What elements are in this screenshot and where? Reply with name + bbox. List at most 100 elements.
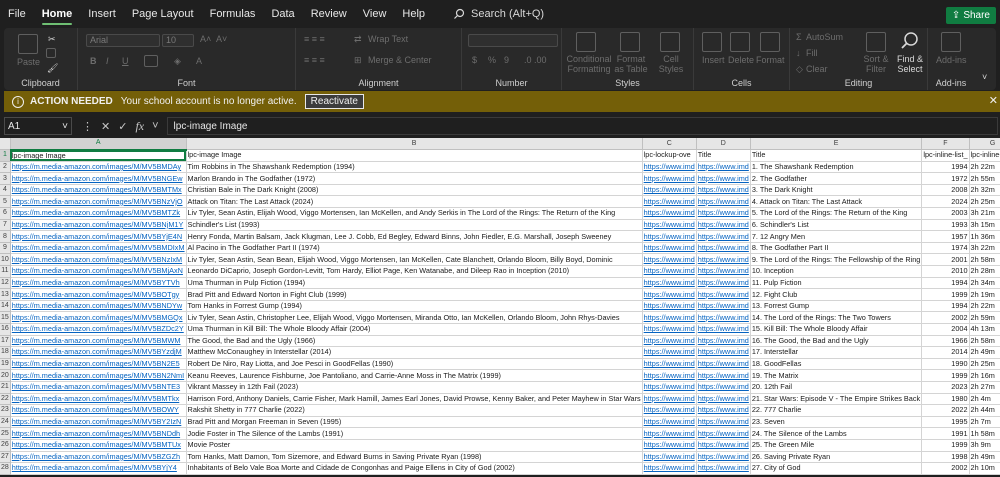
table-cell[interactable]: 25. The Green Mile <box>750 439 923 452</box>
row-header[interactable]: 28 <box>0 462 11 475</box>
table-cell[interactable]: https://www.imd <box>696 230 751 243</box>
table-cell[interactable]: 4h 13m <box>969 323 1000 336</box>
currency-button[interactable]: $ <box>472 55 477 65</box>
table-cell[interactable]: 2. The Godfather <box>750 172 923 185</box>
table-cell[interactable]: https://m.media-amazon.com/images/M/MV5B… <box>10 219 187 232</box>
wrap-text-icon[interactable]: ⇄ <box>354 34 362 45</box>
table-cell[interactable]: Liv Tyler, Sean Astin, Christopher Lee, … <box>186 311 643 324</box>
table-cell[interactable]: 1999 <box>921 439 970 452</box>
table-cell[interactable]: 1. The Shawshank Redemption <box>750 161 923 174</box>
row-header[interactable]: 14 <box>0 300 11 313</box>
table-cell[interactable]: 2h 10m <box>969 462 1000 475</box>
paste-label[interactable]: Paste <box>17 57 40 67</box>
table-cell[interactable]: https://www.imd <box>642 172 697 185</box>
table-cell[interactable]: 14. The Lord of the Rings: The Two Tower… <box>750 311 923 324</box>
table-cell[interactable]: https://www.imd <box>696 381 751 394</box>
tab-help[interactable]: Help <box>394 0 433 28</box>
name-box[interactable]: A1 ˅ <box>4 117 72 135</box>
table-cell[interactable]: https://m.media-amazon.com/images/M/MV5B… <box>10 416 187 429</box>
table-cell[interactable]: 2h 58m <box>969 335 1000 348</box>
row-header[interactable]: 26 <box>0 439 11 452</box>
table-cell[interactable]: https://m.media-amazon.com/images/M/MV5B… <box>10 369 187 382</box>
comma-button[interactable]: 9 <box>504 55 509 65</box>
table-cell[interactable]: 3h 21m <box>969 207 1000 220</box>
table-cell[interactable]: Title <box>696 149 751 162</box>
table-cell[interactable]: 1h 36m <box>969 230 1000 243</box>
sort-filter-icon[interactable] <box>866 32 886 52</box>
table-cell[interactable]: 2h 58m <box>969 253 1000 267</box>
table-cell[interactable]: 18. GoodFellas <box>750 358 923 371</box>
row-header[interactable]: 18 <box>0 346 11 359</box>
table-cell[interactable]: 2h 59m <box>969 311 1000 324</box>
row-header[interactable]: 19 <box>0 358 11 371</box>
conditional-formatting-button[interactable]: Conditional Formatting <box>566 54 612 74</box>
format-table-icon[interactable] <box>620 32 640 52</box>
cancel-icon[interactable]: ✕ <box>101 120 110 133</box>
table-cell[interactable]: Al Pacino in The Godfather Part II (1974… <box>186 242 643 255</box>
table-cell[interactable]: 5. The Lord of the Rings: The Return of … <box>750 207 923 220</box>
table-cell[interactable]: 3h 9m <box>969 439 1000 452</box>
row-header[interactable]: 13 <box>0 288 11 301</box>
table-cell[interactable]: https://www.imd <box>642 358 697 371</box>
table-cell[interactable]: Uma Thurman in Pulp Fiction (1994) <box>186 277 643 290</box>
table-cell[interactable]: https://www.imd <box>642 451 697 464</box>
table-cell[interactable]: 1990 <box>921 358 970 371</box>
table-cell[interactable]: 2h 55m <box>969 172 1000 185</box>
table-cell[interactable]: 8. The Godfather Part II <box>750 242 923 255</box>
table-cell[interactable]: https://www.imd <box>642 300 697 313</box>
table-cell[interactable]: 1993 <box>921 219 970 232</box>
find-select-button[interactable]: Find & Select <box>894 54 926 74</box>
table-cell[interactable]: Schindler's List (1993) <box>186 219 643 232</box>
table-cell[interactable]: https://www.imd <box>696 462 751 475</box>
table-cell[interactable]: https://m.media-amazon.com/images/M/MV5B… <box>10 184 187 197</box>
table-cell[interactable]: 1995 <box>921 416 970 429</box>
table-cell[interactable]: 9. The Lord of the Rings: The Fellowship… <box>750 253 923 267</box>
table-cell[interactable]: https://www.imd <box>642 277 697 290</box>
table-cell[interactable]: https://m.media-amazon.com/images/M/MV5B… <box>10 207 187 220</box>
row-header[interactable]: 3 <box>0 172 11 185</box>
insert-function-icon[interactable]: fx <box>135 119 144 134</box>
table-cell[interactable]: Vikrant Massey in 12th Fail (2023) <box>186 381 643 394</box>
table-cell[interactable]: 1994 <box>921 161 970 174</box>
table-cell[interactable]: https://www.imd <box>642 219 697 232</box>
table-cell[interactable]: Inhabitants of Belo Vale Boa Morte and C… <box>186 462 643 475</box>
paste-icon[interactable] <box>18 34 38 54</box>
row-header[interactable]: 20 <box>0 369 11 382</box>
cell-styles-icon[interactable] <box>660 32 680 52</box>
table-cell[interactable]: https://www.imd <box>696 323 751 336</box>
format-cells-icon[interactable] <box>760 32 780 52</box>
table-cell[interactable]: 2024 <box>921 195 970 209</box>
clear-button[interactable]: Clear <box>806 64 828 74</box>
number-format-select[interactable] <box>468 34 558 47</box>
table-cell[interactable]: 3h 15m <box>969 219 1000 232</box>
table-cell[interactable]: 15. Kill Bill: The Whole Bloody Affair <box>750 323 923 336</box>
row-header[interactable]: 25 <box>0 427 11 440</box>
table-cell[interactable]: Brad Pitt and Morgan Freeman in Seven (1… <box>186 416 643 429</box>
tab-page-layout[interactable]: Page Layout <box>124 0 202 28</box>
row-header[interactable]: 23 <box>0 404 11 417</box>
table-cell[interactable]: 20. 12th Fail <box>750 381 923 394</box>
table-cell[interactable]: 2004 <box>921 323 970 336</box>
table-cell[interactable]: https://www.imd <box>642 184 697 197</box>
column-header-a[interactable]: A <box>10 138 187 151</box>
table-cell[interactable]: https://m.media-amazon.com/images/M/MV5B… <box>10 253 187 267</box>
cell-styles-button[interactable]: Cell Styles <box>654 54 688 74</box>
table-cell[interactable]: 2008 <box>921 184 970 197</box>
table-cell[interactable]: 2h 4m <box>969 393 1000 406</box>
fill-color-icon[interactable]: ◈ <box>174 56 181 67</box>
row-header[interactable]: 2 <box>0 161 11 174</box>
table-cell[interactable]: 12. Fight Club <box>750 288 923 301</box>
table-cell[interactable]: https://www.imd <box>696 427 751 440</box>
table-cell[interactable]: 2h 25m <box>969 358 1000 371</box>
format-as-table-button[interactable]: Format as Table <box>614 54 648 74</box>
table-cell[interactable]: https://m.media-amazon.com/images/M/MV5B… <box>10 265 187 278</box>
table-cell[interactable]: https://www.imd <box>696 184 751 197</box>
close-icon[interactable]: ✕ <box>989 94 998 107</box>
table-cell[interactable]: https://www.imd <box>642 207 697 220</box>
table-cell[interactable]: Uma Thurman in Kill Bill: The Whole Bloo… <box>186 323 643 336</box>
table-cell[interactable]: https://www.imd <box>696 253 751 267</box>
table-cell[interactable]: https://www.imd <box>696 335 751 348</box>
row-header[interactable]: 24 <box>0 416 11 429</box>
table-cell[interactable]: 1972 <box>921 172 970 185</box>
table-cell[interactable]: 7. 12 Angry Men <box>750 230 923 243</box>
